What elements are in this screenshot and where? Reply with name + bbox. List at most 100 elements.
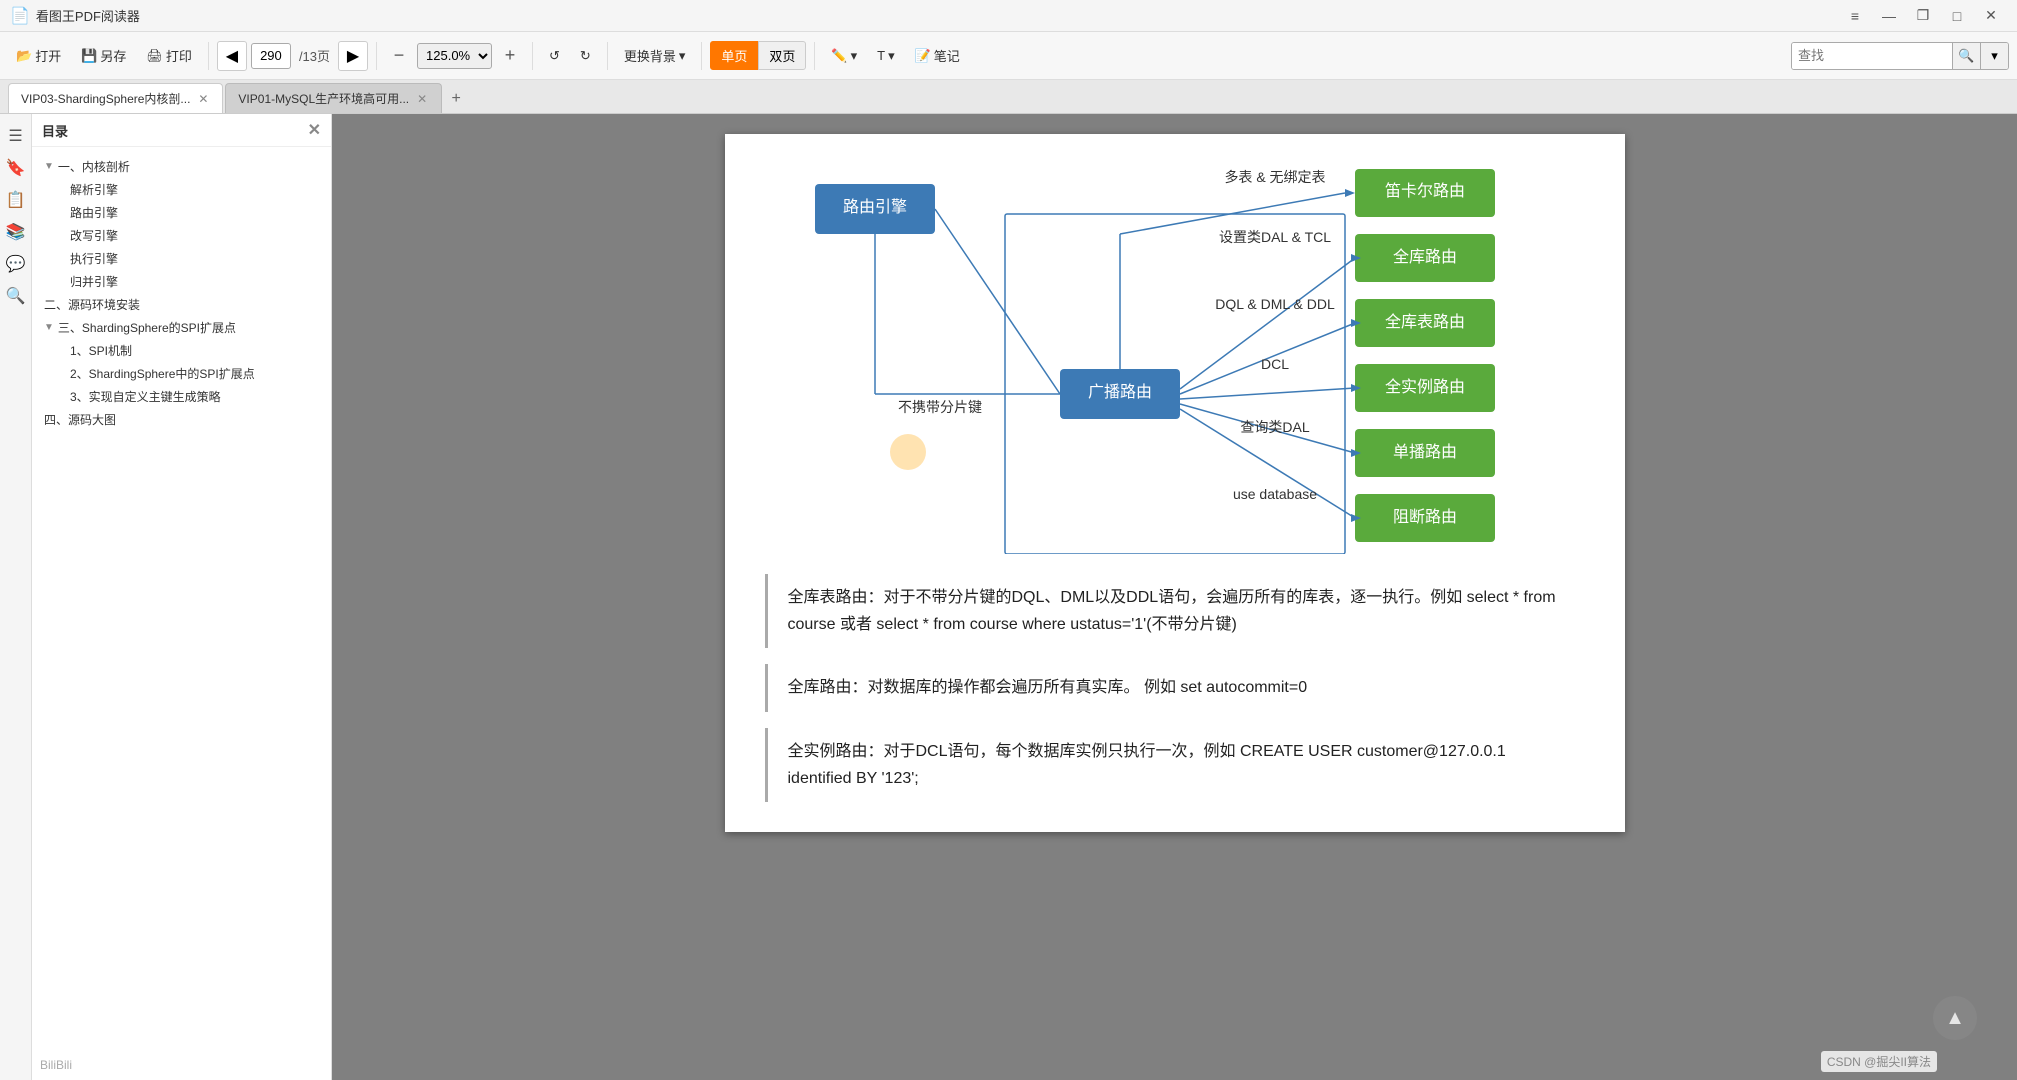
title-bar: 📄 看图王PDF阅读器 ≡ — ❐ □ ✕ [0, 0, 2017, 32]
single-broadcast-routing-label: 单播路由 [1392, 443, 1456, 461]
next-page-button[interactable]: ▶ [338, 41, 368, 71]
print-button[interactable]: 🖨 打印 [138, 42, 200, 69]
rotate-left-button[interactable]: ↺ [541, 44, 568, 68]
rotate-right-icon: ↻ [580, 48, 591, 64]
line-engine-to-broadcast [935, 209, 1060, 394]
toc-item[interactable]: 解析引擎 [40, 178, 323, 201]
toc-item[interactable]: 改写引擎 [40, 224, 323, 247]
separator-6 [814, 42, 815, 70]
toc-item[interactable]: 四、源码大图 [40, 408, 323, 431]
app-icon: 📄 [10, 6, 30, 26]
pencil-button[interactable]: ✏️ ▾ [823, 44, 865, 68]
save-icon: 💾 [81, 48, 97, 64]
zoom-select[interactable]: 125.0% 100% 150% 75% [417, 43, 492, 69]
search-dropdown-button[interactable]: ▾ [1980, 43, 2008, 69]
prev-page-button[interactable]: ◀ [217, 41, 247, 71]
open-button[interactable]: 📂 打开 [8, 42, 69, 69]
tab-close-vip01[interactable]: ✕ [415, 92, 429, 106]
arrow-cartesian [1345, 189, 1355, 197]
scroll-top-button[interactable]: ▲ [1933, 996, 1977, 1040]
minimize-button[interactable]: — [1873, 2, 1905, 30]
toc-item[interactable]: 路由引擎 [40, 201, 323, 224]
full-instance-routing-label: 全实例路由 [1384, 378, 1464, 396]
chevron-down-icon-2: ▾ [851, 48, 858, 64]
search-side-icon[interactable]: 🔍 [2, 282, 30, 310]
tab-close-vip03[interactable]: ✕ [196, 92, 210, 106]
restore-button[interactable]: ❐ [1907, 2, 1939, 30]
toc-item[interactable]: 执行引擎 [40, 247, 323, 270]
rotate-right-button[interactable]: ↻ [572, 44, 599, 68]
separator-4 [607, 42, 608, 70]
diagram-container: 路由引擎 广播路由 笛卡尔路由 全库路由 全库表路由 [765, 154, 1585, 554]
sidebar-icons: ☰ 🔖 📋 📚 💬 🔍 [0, 114, 32, 1080]
toc-icon[interactable]: ☰ [2, 122, 30, 150]
print-icon: 🖨 [146, 48, 163, 64]
toc-item[interactable]: 1、SPI机制 [40, 339, 323, 362]
note-button[interactable]: 📝 笔记 [907, 42, 968, 69]
text-button[interactable]: T ▾ [869, 44, 902, 68]
note-icon: 📝 [915, 48, 931, 64]
separator-3 [532, 42, 533, 70]
content-area[interactable]: 路由引擎 广播路由 笛卡尔路由 全库路由 全库表路由 [332, 114, 2017, 1080]
toc-content: ▼一、内核剖析解析引擎路由引擎改写引擎执行引擎归并引擎二、源码环境安装▼三、Sh… [32, 147, 331, 1080]
close-button[interactable]: ✕ [1975, 2, 2007, 30]
tab-label-vip03: VIP03-ShardingSphere内核剖... [21, 90, 190, 107]
tab-bar: VIP03-ShardingSphere内核剖... ✕ VIP01-MySQL… [0, 80, 2017, 114]
tab-vip03[interactable]: VIP03-ShardingSphere内核剖... ✕ [8, 83, 223, 113]
text-icon: T [877, 48, 885, 63]
text-section-2: 全库路由：对数据库的操作都会遍历所有真实库。 例如 set autocommit… [765, 664, 1585, 711]
open-icon: 📂 [16, 48, 32, 64]
sidebar-header: 目录 ✕ [32, 114, 331, 147]
search-button[interactable]: 🔍 [1952, 43, 1980, 69]
toc-item[interactable]: 归并引擎 [40, 270, 323, 293]
multi-table-label: 多表 & 无绑定表 [1224, 169, 1325, 185]
page-number-input[interactable] [251, 43, 291, 69]
pdf-page: 路由引擎 广播路由 笛卡尔路由 全库路由 全库表路由 [725, 134, 1625, 832]
separator-1 [208, 42, 209, 70]
single-page-button[interactable]: 单页 [710, 41, 758, 70]
routing-engine-label: 路由引擎 [842, 198, 906, 216]
main-area: ☰ 🔖 📋 📚 💬 🔍 目录 ✕ ▼一、内核剖析解析引擎路由引擎改写引擎执行引擎… [0, 114, 2017, 1080]
library-icon[interactable]: 📚 [2, 218, 30, 246]
toc-item[interactable]: 二、源码环境安装 [40, 293, 323, 316]
no-shard-key-label: 不携带分片键 [898, 399, 982, 415]
routing-diagram: 路由引擎 广播路由 笛卡尔路由 全库路由 全库表路由 [785, 154, 1565, 554]
search-box: 🔍 ▾ [1791, 42, 2009, 70]
toc-item[interactable]: ▼三、ShardingSphere的SPI扩展点 [40, 316, 323, 339]
use-database-label: use database [1232, 486, 1316, 502]
toc-item[interactable]: 2、ShardingSphere中的SPI扩展点 [40, 362, 323, 385]
annotation-icon[interactable]: 📋 [2, 186, 30, 214]
maximize-button[interactable]: □ [1941, 2, 1973, 30]
dal-tcl-label: 设置类DAL & TCL [1218, 229, 1330, 245]
bookmark-icon[interactable]: 🔖 [2, 154, 30, 182]
text-section-3: 全实例路由：对于DCL语句，每个数据库实例只执行一次，例如 CREATE USE… [765, 728, 1585, 802]
separator-5 [701, 42, 702, 70]
chevron-down-icon-3: ▾ [888, 48, 895, 64]
dcl-label: DCL [1260, 356, 1288, 372]
zoom-in-button[interactable]: + [496, 42, 524, 70]
save-button[interactable]: 💾 另存 [73, 42, 134, 69]
dql-dml-ddl-label: DQL & DML & DDL [1215, 296, 1335, 312]
sidebar-close-button[interactable]: ✕ [308, 120, 321, 140]
separator-2 [376, 42, 377, 70]
block-routing-label: 阻断路由 [1392, 508, 1456, 526]
full-db-routing-label: 全库路由 [1392, 248, 1456, 266]
menu-button[interactable]: ≡ [1839, 2, 1871, 30]
tab-vip01[interactable]: VIP01-MySQL生产环境高可用... ✕ [225, 83, 442, 113]
search-input[interactable] [1792, 43, 1952, 69]
zoom-out-button[interactable]: − [385, 42, 413, 70]
double-page-button[interactable]: 双页 [758, 41, 806, 70]
tab-label-vip01: VIP01-MySQL生产环境高可用... [238, 90, 409, 107]
text-section-1: 全库表路由：对于不带分片键的DQL、DML以及DDL语句，会遍历所有的库表，逐一… [765, 574, 1585, 648]
full-db-table-routing-label: 全库表路由 [1384, 313, 1464, 331]
query-dal-label: 查询类DAL [1240, 419, 1309, 435]
tab-add-button[interactable]: + [444, 87, 468, 111]
toc-item[interactable]: ▼一、内核剖析 [40, 155, 323, 178]
cartesian-routing-label: 笛卡尔路由 [1384, 182, 1464, 200]
toc-item[interactable]: 3、实现自定义主键生成策略 [40, 385, 323, 408]
broadcast-routing-label: 广播路由 [1087, 383, 1151, 401]
comment-icon[interactable]: 💬 [2, 250, 30, 278]
sidebar: 目录 ✕ ▼一、内核剖析解析引擎路由引擎改写引擎执行引擎归并引擎二、源码环境安装… [32, 114, 332, 1080]
change-bg-button[interactable]: 更换背景 ▾ [616, 42, 694, 69]
csdn-tag: CSDN @掘尖II算法 [1821, 1051, 1937, 1072]
